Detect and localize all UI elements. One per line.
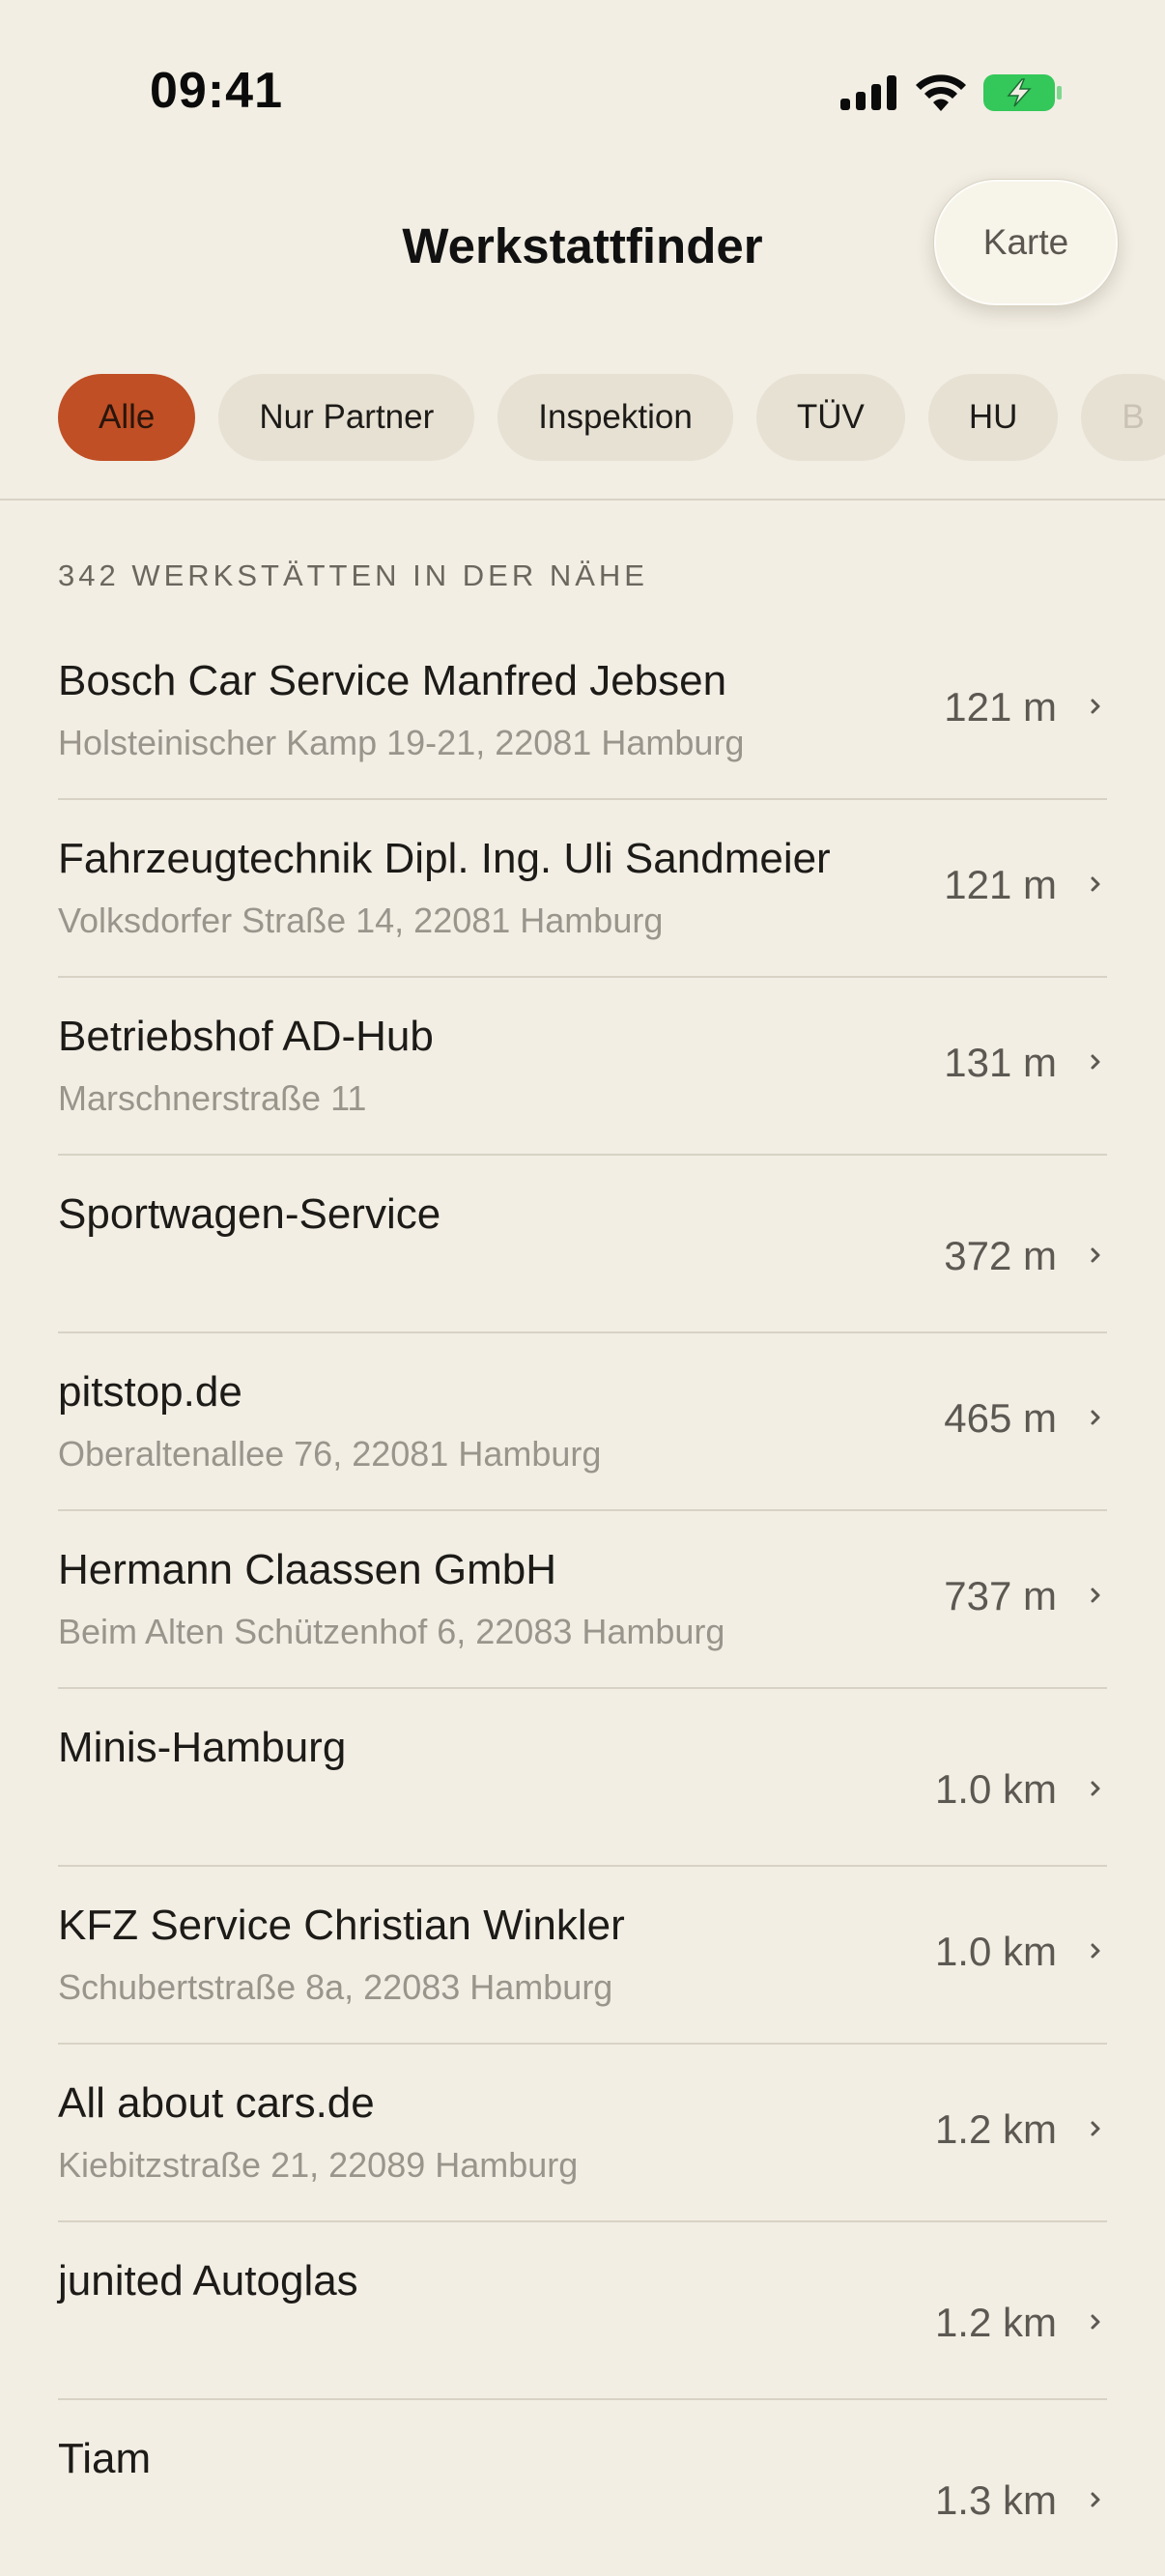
workshop-distance: 1.0 km [934,1766,1057,1812]
list-item[interactable]: Fahrzeugtechnik Dipl. Ing. Uli Sandmeier… [58,800,1107,978]
list-item[interactable]: Tiam 1.3 km [58,2400,1107,2576]
list-item[interactable]: Hermann Claassen GmbH Beim Alten Schütze… [58,1511,1107,1689]
workshop-address: Oberaltenallee 76, 22081 Hamburg [58,1434,602,1474]
workshop-name: Hermann Claassen GmbH [58,1546,556,1593]
chevron-right-icon [1091,1943,1100,1959]
workshop-distance: 1.0 km [934,1929,1057,1974]
workshop-address: Schubertstraße 8a, 22083 Hamburg [58,1967,613,2007]
workshop-name: Sportwagen-Service [58,1190,441,1238]
list-item[interactable]: Sportwagen-Service 372 m [58,1156,1107,1333]
chevron-right-icon [1091,1588,1100,1603]
workshop-distance: 372 m [944,1233,1057,1278]
workshop-address: Kiebitzstraße 21, 22089 Hamburg [58,2145,579,2185]
workshop-address: Marschnerstraße 11 [58,1078,367,1118]
chevron-right-icon [1091,1781,1100,1796]
filter-chip-b[interactable]: B [1081,374,1165,461]
workshop-name: Betriebshof AD-Hub [58,1013,434,1060]
workshop-distance: 1.2 km [934,2106,1057,2152]
status-icons [840,73,1063,117]
chevron-right-icon [1091,876,1100,892]
workshop-distance: 465 m [944,1395,1057,1441]
filter-chip-hu[interactable]: HU [927,374,1059,461]
list-item[interactable]: Betriebshof AD-Hub Marschnerstraße 11 13… [58,978,1107,1156]
workshop-distance: 737 m [944,1573,1057,1618]
list-item[interactable]: KFZ Service Christian Winkler Schubertst… [58,1867,1107,2045]
filter-chip-tuev[interactable]: TÜV [755,374,905,461]
workshop-name: Fahrzeugtechnik Dipl. Ing. Uli Sandmeier [58,835,831,882]
workshop-name: Bosch Car Service Manfred Jebsen [58,657,727,704]
filter-chip-nur-partner[interactable]: Nur Partner [218,374,475,461]
battery-charging-icon [983,73,1063,117]
workshop-address: Holsteinischer Kamp 19-21, 22081 Hamburg [58,723,745,762]
chevron-right-icon [1091,1410,1100,1425]
workshop-distance: 121 m [944,862,1057,907]
list-item[interactable]: junited Autoglas 1.2 km [58,2222,1107,2400]
workshop-distance: 131 m [944,1040,1057,1085]
workshop-name: Tiam [58,2435,152,2482]
list-item[interactable]: pitstop.de Oberaltenallee 76, 22081 Hamb… [58,1333,1107,1511]
workshop-name: KFZ Service Christian Winkler [58,1902,625,1949]
filter-chip-alle[interactable]: Alle [58,374,196,461]
chevron-right-icon [1091,2121,1100,2136]
results-count-header: 342 WERKSTÄTTEN IN DER NÄHE [58,558,648,592]
workshop-address: Volksdorfer Straße 14, 22081 Hamburg [58,901,664,940]
workshop-distance: 121 m [944,684,1057,730]
list-item[interactable]: Minis-Hamburg 1.0 km [58,1689,1107,1867]
chevron-right-icon [1091,2314,1100,2330]
status-time: 09:41 [150,63,283,119]
workshop-list: Bosch Car Service Manfred Jebsen Holstei… [58,622,1107,2576]
workshop-distance: 1.2 km [934,2300,1057,2345]
workshop-name: junited Autoglas [58,2257,358,2304]
filter-chip-inspektion[interactable]: Inspektion [497,374,733,461]
divider [0,499,1165,501]
status-bar: 09:41 [0,0,1165,184]
list-item[interactable]: Bosch Car Service Manfred Jebsen Holstei… [58,622,1107,800]
workshop-name: All about cars.de [58,2079,375,2127]
navigation-bar: Werkstattfinder Karte [0,169,1165,324]
map-button[interactable]: Karte [933,179,1119,306]
workshop-name: Minis-Hamburg [58,1724,347,1771]
wifi-icon [916,74,966,116]
chevron-right-icon [1091,2492,1100,2507]
filter-chips: Alle Nur Partner Inspektion TÜV HU B [58,374,1165,461]
chevron-right-icon [1091,699,1100,714]
chevron-right-icon [1091,1247,1100,1263]
signal-icon [840,75,898,115]
chevron-right-icon [1091,1054,1100,1070]
workshop-address: Beim Alten Schützenhof 6, 22083 Hamburg [58,1612,725,1651]
list-item[interactable]: All about cars.de Kiebitzstraße 21, 2208… [58,2045,1107,2222]
workshop-distance: 1.3 km [934,2477,1057,2523]
workshop-name: pitstop.de [58,1368,242,1416]
